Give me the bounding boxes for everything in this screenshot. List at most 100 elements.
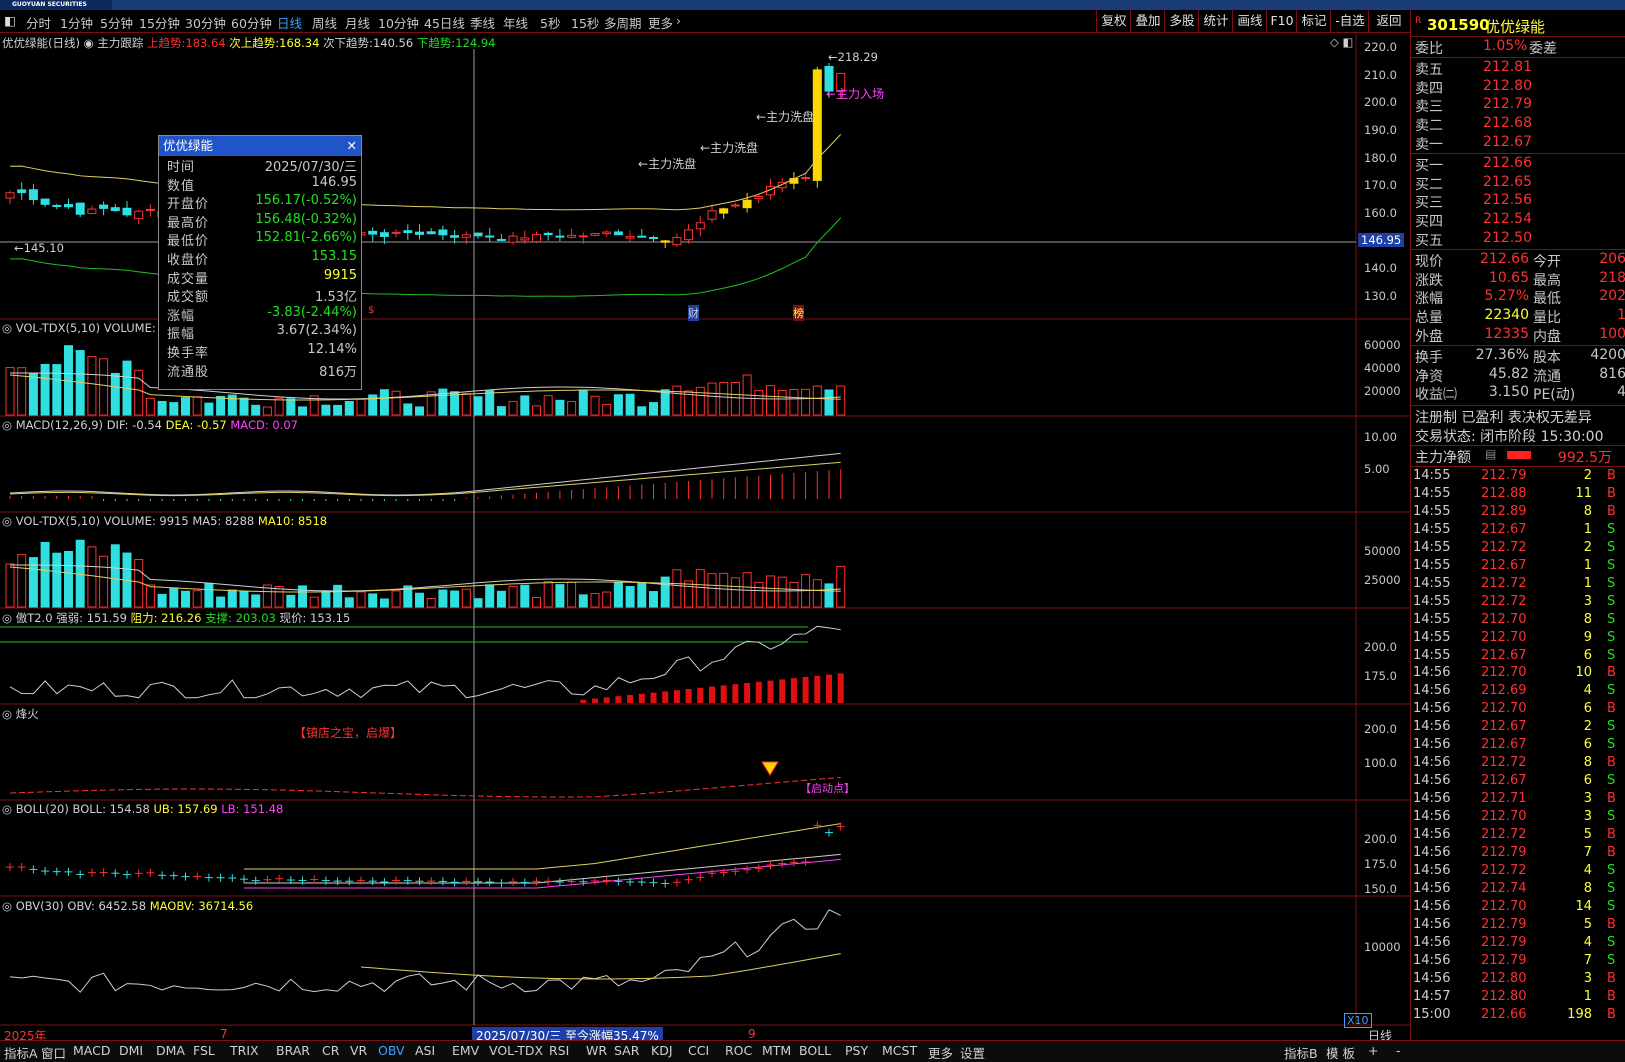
indicator-tab[interactable]: CCI bbox=[688, 1043, 709, 1058]
period-tab[interactable]: 分时 bbox=[26, 13, 51, 32]
period-tab[interactable]: 周线 bbox=[312, 13, 337, 32]
volume-bar bbox=[368, 593, 378, 608]
period-tab[interactable]: 月线 bbox=[345, 13, 370, 32]
popup-value: 156.17(-0.52%) bbox=[255, 193, 357, 209]
indicator-tab[interactable]: FSL bbox=[193, 1043, 215, 1058]
close-icon[interactable]: ✕ bbox=[347, 136, 357, 156]
volume-bar bbox=[52, 364, 62, 416]
candle-body bbox=[145, 208, 155, 211]
event-tag[interactable]: 榜 bbox=[793, 305, 804, 321]
draw-line-button[interactable]: 画线 bbox=[1232, 10, 1267, 32]
back-button[interactable]: 返回 bbox=[1368, 10, 1409, 32]
volume-bar bbox=[836, 565, 846, 608]
event-tag[interactable]: 财 bbox=[688, 305, 699, 321]
multi-stock-button[interactable]: 多股 bbox=[1164, 10, 1199, 32]
indicator-tab[interactable]: + bbox=[1368, 1043, 1378, 1058]
period-tab[interactable]: 60分钟 bbox=[231, 13, 272, 32]
volume-bar bbox=[298, 585, 307, 608]
period-tab-active[interactable]: 日线 bbox=[277, 13, 302, 32]
indicator-tab[interactable]: ROC bbox=[725, 1043, 752, 1058]
stats-button[interactable]: 统计 bbox=[1198, 10, 1233, 32]
volume-bar bbox=[204, 582, 214, 608]
indicator-tab[interactable]: 更多 bbox=[928, 1043, 953, 1062]
volume-bar bbox=[707, 382, 717, 416]
period-tab[interactable]: 15秒 bbox=[571, 13, 599, 32]
period-tab[interactable]: 10分钟 bbox=[378, 13, 419, 32]
f10-button[interactable]: F10 bbox=[1266, 10, 1297, 32]
indicator-tab[interactable]: 模 板 bbox=[1326, 1043, 1355, 1062]
period-tab[interactable]: 5秒 bbox=[540, 13, 560, 32]
indicator-tab[interactable]: 指标A bbox=[4, 1043, 38, 1062]
stat-label: 涨跌 bbox=[1415, 272, 1443, 289]
main-panel-title: 优优绿能(日线) ◉ 主力跟踪 上趋势:183.64 次上趋势:168.34 次… bbox=[2, 36, 496, 50]
volume-bar bbox=[64, 551, 73, 608]
indicator-tab[interactable]: WR bbox=[586, 1043, 607, 1058]
tick-time: 14:55 bbox=[1413, 503, 1451, 519]
period-tab[interactable]: 多周期 bbox=[604, 13, 642, 32]
settings-icon[interactable]: ◉ bbox=[84, 36, 94, 50]
period-tab[interactable]: 15分钟 bbox=[139, 13, 180, 32]
indicator-tab[interactable]: BOLL bbox=[799, 1043, 831, 1058]
candle-body bbox=[742, 199, 752, 209]
indicator-tab[interactable]: 窗口 bbox=[41, 1043, 66, 1062]
tick-time: 14:55 bbox=[1413, 647, 1451, 663]
indicator-tab[interactable]: OBV bbox=[378, 1043, 405, 1058]
obv-scale: X10 bbox=[1344, 1013, 1372, 1028]
indicator-tab[interactable]: VOL-TDX bbox=[489, 1043, 543, 1058]
volume-bar bbox=[485, 390, 495, 416]
indicator-tab[interactable]: DMI bbox=[119, 1043, 143, 1058]
mark-button[interactable]: 标记 bbox=[1296, 10, 1331, 32]
watchlist-button[interactable]: -自选 bbox=[1330, 10, 1369, 32]
volume-bar bbox=[496, 406, 506, 416]
indicator-tab[interactable]: VR bbox=[350, 1043, 367, 1058]
indicator-tab[interactable]: - bbox=[1396, 1043, 1401, 1058]
indicator-tab[interactable]: PSY bbox=[845, 1043, 868, 1058]
fuquan-button[interactable]: 复权 bbox=[1096, 10, 1131, 32]
indicator-tab[interactable]: MACD bbox=[73, 1043, 110, 1058]
popup-title[interactable]: 优优绿能 ✕ bbox=[159, 136, 361, 156]
period-tab[interactable]: 45日线 bbox=[424, 13, 465, 32]
quote-panel: R 301590 优优绿能 委比 1.05% 委差 卖五 212.81 卖四 212.80 卖… bbox=[1410, 10, 1625, 1061]
indicator-tab[interactable]: CR bbox=[322, 1043, 339, 1058]
period-tab[interactable]: 年线 bbox=[503, 13, 528, 32]
data-popup[interactable]: 优优绿能 ✕ 时间 2025/07/30/三 数值 146.95 开盘价 156.17(-… bbox=[158, 135, 362, 390]
pt-bar bbox=[826, 674, 832, 703]
indicator-tab[interactable]: BRAR bbox=[276, 1043, 310, 1058]
indicator-tab[interactable]: ASI bbox=[415, 1043, 435, 1058]
stat-value: 100 bbox=[1599, 325, 1625, 342]
overlay-button[interactable]: 叠加 bbox=[1130, 10, 1165, 32]
period-tab[interactable]: 季线 bbox=[470, 13, 495, 32]
bid-label: 买三 bbox=[1415, 195, 1443, 212]
tick-volume: 11 bbox=[1575, 485, 1592, 501]
tick-price: 212.70 bbox=[1481, 629, 1527, 645]
indicator-tab[interactable]: KDJ bbox=[651, 1043, 673, 1058]
volume-bar bbox=[216, 596, 226, 608]
indicator-tab[interactable]: TRIX bbox=[230, 1043, 259, 1058]
event-tag[interactable]: $ bbox=[368, 305, 374, 316]
period-tab[interactable]: 更多 bbox=[648, 13, 673, 32]
popup-value: -3.83(-2.44%) bbox=[267, 304, 357, 320]
indicator-tab[interactable]: SAR bbox=[614, 1043, 639, 1058]
indicator-tab[interactable]: 设置 bbox=[960, 1043, 985, 1062]
period-tab[interactable]: 5分钟 bbox=[100, 13, 133, 32]
tick-price: 212.79 bbox=[1481, 934, 1527, 950]
price-tick: 200.0 bbox=[1364, 95, 1397, 109]
period-tab[interactable]: 1分钟 bbox=[60, 13, 93, 32]
tick-time: 14:55 bbox=[1413, 611, 1451, 627]
chevron-right-icon[interactable]: › bbox=[676, 13, 681, 28]
indicator-tab[interactable]: EMV bbox=[452, 1043, 479, 1058]
vol1-title: ◎ VOL-TDX(5,10) VOLUME: bbox=[2, 321, 156, 335]
tick-price: 212.70 bbox=[1481, 701, 1527, 717]
period-tab[interactable]: 30分钟 bbox=[185, 13, 226, 32]
indicator-tab[interactable]: MTM bbox=[762, 1043, 791, 1058]
indicator-tab[interactable]: DMA bbox=[156, 1043, 185, 1058]
pt-bar bbox=[767, 680, 774, 703]
panel-toggle-icon[interactable]: ◧ bbox=[4, 13, 16, 28]
indicator-tab[interactable]: 指标B bbox=[1284, 1043, 1318, 1062]
price-tick: 210.0 bbox=[1364, 68, 1397, 82]
indicator-tab[interactable]: RSI bbox=[549, 1043, 569, 1058]
diamond-icon[interactable]: ◇ ◧ bbox=[1330, 35, 1353, 49]
indicator-tab[interactable]: MCST bbox=[882, 1043, 917, 1058]
volume-bar bbox=[461, 392, 471, 416]
volume-bar bbox=[344, 401, 354, 416]
